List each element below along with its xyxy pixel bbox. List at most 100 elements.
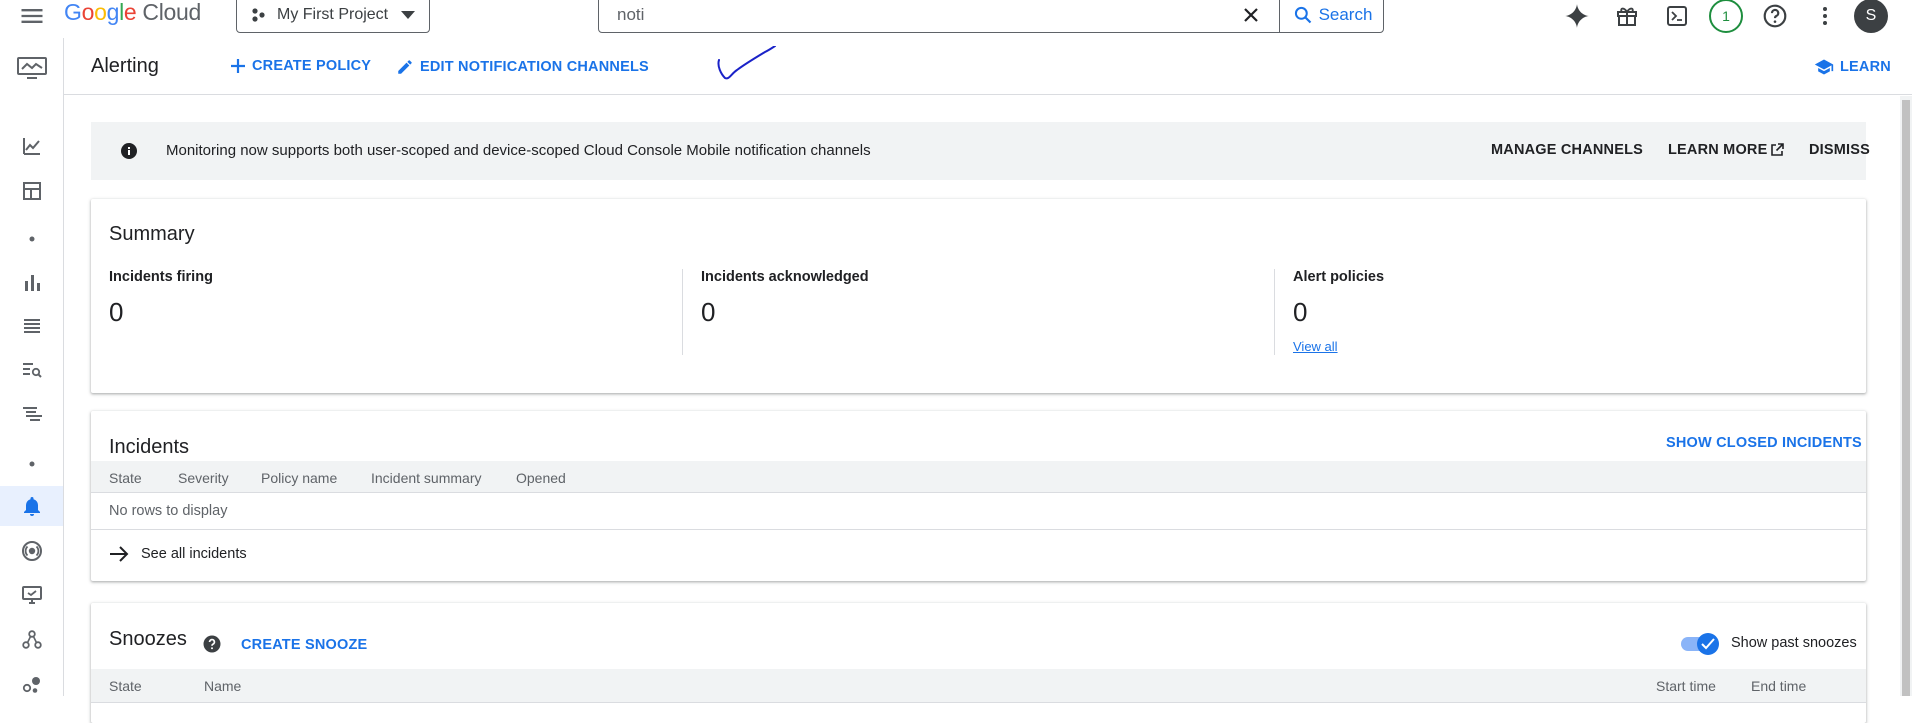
incidents-title: Incidents — [109, 436, 190, 458]
scrollbar-thumb[interactable] — [1902, 100, 1910, 696]
school-icon — [1814, 59, 1834, 75]
show-past-snoozes-label: Show past snoozes — [1731, 635, 1857, 651]
metric-label: Incidents acknowledged — [701, 269, 869, 285]
search-input[interactable] — [617, 3, 1217, 27]
chevron-down-icon — [401, 11, 415, 19]
more-vert-icon[interactable] — [1810, 1, 1840, 31]
show-closed-incidents-button[interactable]: SHOW CLOSED INCIDENTS — [1666, 435, 1862, 451]
learn-more-link[interactable]: LEARN MORE — [1668, 142, 1785, 158]
dashboards-icon[interactable] — [0, 171, 63, 211]
synthetic-monitoring-icon[interactable] — [0, 575, 63, 615]
banner-message: Monitoring now supports both user-scoped… — [166, 142, 871, 159]
empty-table-message: No rows to display — [109, 503, 228, 519]
groups-icon[interactable] — [0, 665, 63, 705]
column-header-incident-summary[interactable]: Incident summary — [371, 470, 481, 486]
dot-icon[interactable] — [0, 219, 63, 259]
metric-value: 0 — [701, 297, 716, 327]
uptime-checks-icon[interactable] — [0, 531, 63, 571]
main-menu-icon[interactable] — [18, 2, 46, 30]
logo-letter: o — [94, 0, 107, 25]
alert-policies-metric: Alert policies 0 View all — [1293, 269, 1853, 361]
incidents-firing-metric: Incidents firing 0 — [109, 269, 669, 361]
learn-label: LEARN — [1840, 59, 1891, 75]
snoozes-title: Snoozes — [109, 628, 187, 650]
column-header-end-time[interactable]: End time — [1751, 678, 1806, 694]
logo-product: Cloud — [142, 0, 202, 25]
learn-button[interactable]: LEARN — [1814, 58, 1891, 76]
create-policy-label: CREATE POLICY — [252, 58, 372, 74]
create-snooze-button[interactable]: CREATE SNOOZE — [241, 637, 367, 653]
column-header-name[interactable]: Name — [204, 678, 241, 694]
logo-letter: o — [81, 0, 95, 25]
see-all-incidents-label: See all incidents — [141, 546, 247, 562]
account-avatar[interactable]: S — [1854, 0, 1888, 33]
metric-value: 0 — [1293, 297, 1308, 327]
view-all-link[interactable]: View all — [1293, 339, 1338, 354]
dismiss-button[interactable]: DISMISS — [1809, 142, 1870, 158]
pen-annotation-scribble — [717, 46, 776, 80]
edit-notification-channels-button[interactable]: EDIT NOTIFICATION CHANNELS — [396, 58, 649, 76]
summary-title: Summary — [109, 223, 195, 245]
metric-value: 0 — [109, 297, 124, 327]
gemini-sparkle-icon[interactable] — [1562, 1, 1592, 31]
incidents-table-header: State Severity Policy name Incident summ… — [91, 461, 1866, 493]
cloud-shell-icon[interactable] — [1662, 1, 1692, 31]
logs-icon[interactable] — [0, 306, 63, 346]
info-icon — [121, 143, 137, 159]
project-picker[interactable]: My First Project — [236, 0, 430, 33]
page-title: Alerting — [91, 55, 159, 77]
snoozes-table-header: State Name Start time End time — [91, 669, 1866, 703]
arrow-forward-icon — [110, 546, 129, 562]
top-bar: GoogleCloud My First Project Search 1 — [0, 0, 1912, 38]
search-bar: Search — [598, 0, 1384, 33]
metric-label: Incidents firing — [109, 269, 213, 285]
page-header: Alerting CREATE POLICY EDIT NOTIFICATION… — [64, 38, 1912, 95]
logo-letter: g — [106, 0, 120, 25]
logo-letter: e — [123, 0, 137, 25]
log-search-icon[interactable] — [0, 350, 63, 390]
create-policy-button[interactable]: CREATE POLICY — [230, 58, 371, 74]
see-all-incidents-link[interactable]: See all incidents — [109, 545, 247, 563]
edit-pencil-icon — [398, 60, 412, 74]
avatar-initial: S — [1865, 7, 1877, 24]
vertical-scrollbar[interactable] — [1900, 96, 1912, 696]
search-icon — [1294, 6, 1311, 23]
notifications-count: 1 — [1722, 8, 1730, 24]
left-nav — [0, 38, 64, 696]
divider — [91, 529, 1866, 530]
metrics-explorer-icon[interactable] — [0, 126, 63, 166]
traces-icon[interactable] — [0, 394, 63, 434]
column-header-state[interactable]: State — [109, 470, 142, 486]
service-graph-icon[interactable] — [0, 620, 63, 660]
dismiss-label: DISMISS — [1809, 142, 1871, 158]
gift-icon[interactable] — [1612, 1, 1642, 31]
charts-icon[interactable] — [0, 262, 63, 302]
add-icon — [231, 59, 245, 73]
open-in-new-icon — [1771, 143, 1785, 156]
column-header-policy-name[interactable]: Policy name — [261, 470, 337, 486]
manage-channels-button[interactable]: MANAGE CHANNELS — [1491, 142, 1643, 158]
search-button-label: Search — [1318, 4, 1373, 24]
divider — [682, 269, 683, 355]
column-header-severity[interactable]: Severity — [178, 470, 229, 486]
divider — [1274, 269, 1275, 355]
column-header-start-time[interactable]: Start time — [1656, 678, 1716, 694]
help-icon[interactable] — [1760, 1, 1790, 31]
project-name: My First Project — [277, 5, 389, 23]
column-header-opened[interactable]: Opened — [516, 470, 566, 486]
dot-icon[interactable] — [0, 444, 63, 484]
show-past-snoozes-toggle[interactable] — [1681, 633, 1721, 655]
monitoring-overview-icon[interactable] — [0, 48, 63, 88]
notifications-count-badge[interactable]: 1 — [1709, 0, 1743, 33]
edit-channels-label: EDIT NOTIFICATION CHANNELS — [420, 59, 649, 75]
metric-label: Alert policies — [1293, 269, 1385, 285]
google-cloud-logo[interactable]: Google Cloud — [64, 0, 201, 26]
clear-search-icon[interactable] — [1239, 3, 1263, 27]
column-header-state[interactable]: State — [109, 678, 142, 694]
snoozes-card: Snoozes CREATE SNOOZE Show past snoozes … — [91, 603, 1866, 723]
logo-letter: G — [64, 0, 82, 25]
main-content: Monitoring now supports both user-scoped… — [64, 96, 1912, 723]
help-icon[interactable] — [203, 635, 221, 653]
alerting-bell-icon[interactable] — [0, 486, 63, 526]
search-button[interactable]: Search — [1279, 0, 1385, 33]
